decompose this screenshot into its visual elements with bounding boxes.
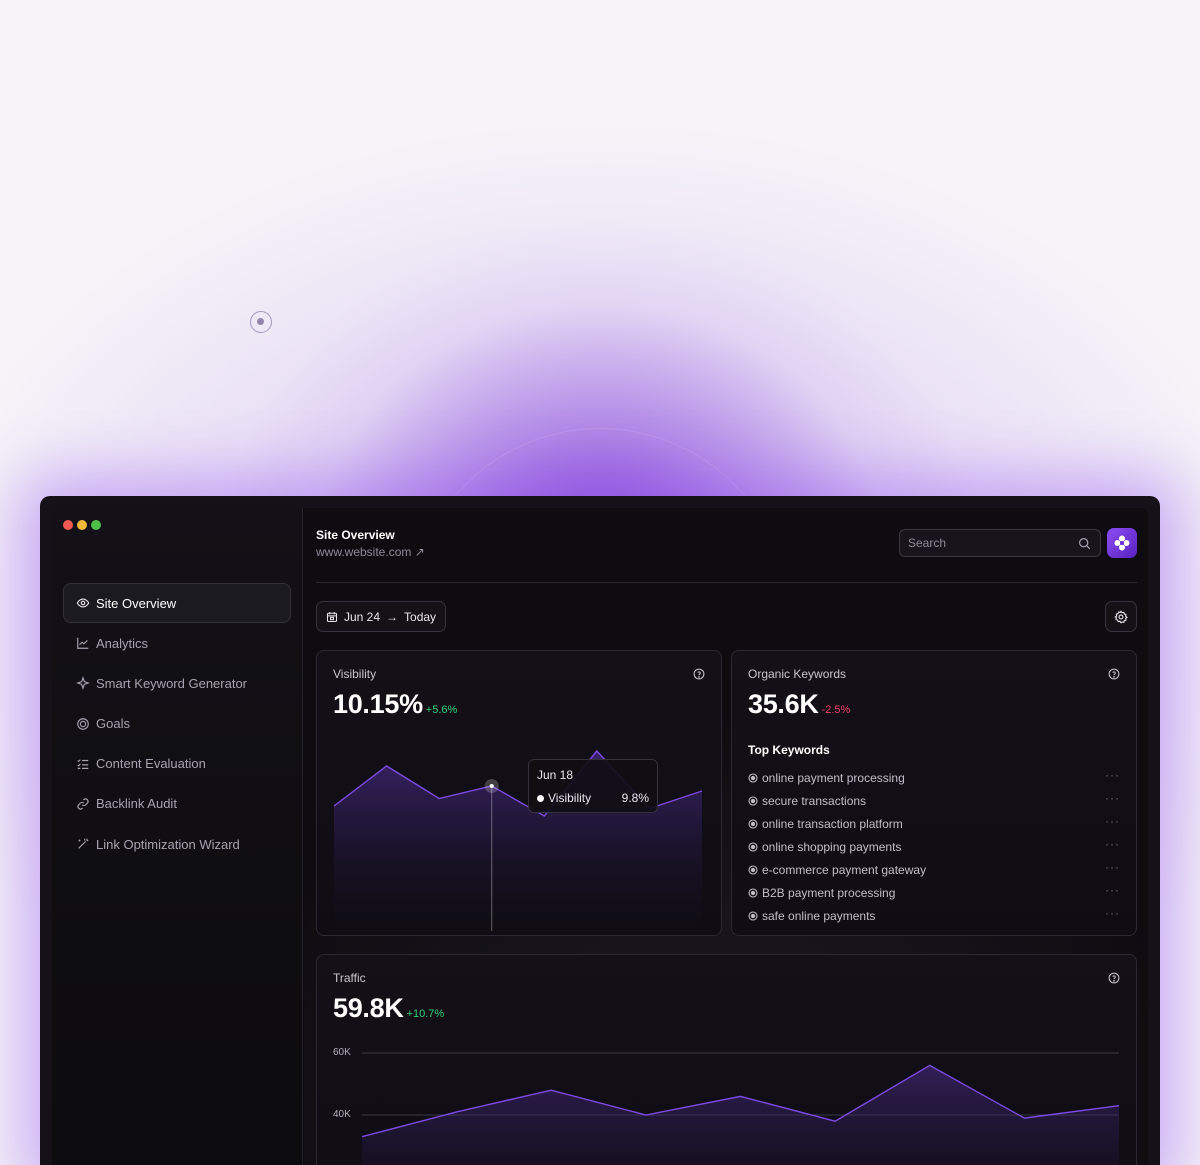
radio-dot-icon (748, 910, 758, 921)
tooltip-series: Visibility (537, 791, 591, 805)
arrow-right-icon: → (386, 609, 399, 624)
site-url-text: www.website.com (316, 545, 412, 559)
sidebar-item-analytics[interactable]: Analytics (63, 623, 291, 663)
sidebar-item-label: Smart Keyword Generator (96, 675, 248, 691)
header-divider (316, 582, 1137, 583)
help-icon[interactable] (1108, 668, 1120, 680)
sidebar-nav: Site Overview Analytics Smart Keyword Ge… (63, 583, 291, 864)
external-link-icon: ↗ (414, 545, 425, 559)
sidebar-item-label: Goals (96, 716, 130, 732)
eye-icon (76, 598, 90, 608)
keyword-text: online payment processing (762, 770, 905, 785)
keyword-text: e-commerce payment gateway (762, 862, 927, 877)
main-content: Site Overview www.website.com ↗ Search J… (304, 508, 1148, 1165)
keyword-row[interactable]: B2B payment processing ··· (748, 881, 1120, 904)
sidebar-item-content-evaluation[interactable]: Content Evaluation (63, 744, 291, 784)
organic-number: 35.6K (748, 689, 819, 719)
keyword-text: online shopping payments (762, 839, 902, 854)
sidebar-item-label: Content Evaluation (96, 756, 206, 772)
hover-point (489, 784, 494, 788)
settings-button[interactable] (1105, 601, 1137, 632)
sidebar-item-backlink-audit[interactable]: Backlink Audit (63, 784, 291, 824)
sparkle-icon (76, 676, 90, 691)
visibility-chart (333, 749, 703, 931)
close-dot[interactable] (63, 520, 73, 530)
traffic-card: Traffic 59.8K +10.7% 60K 40K (316, 954, 1137, 1165)
more-options-icon[interactable]: ··· (1105, 860, 1120, 874)
gear-icon (1114, 609, 1128, 623)
page-title: Site Overview (316, 528, 395, 542)
more-options-icon[interactable]: ··· (1105, 883, 1120, 897)
traffic-chart (361, 1052, 1120, 1165)
checklist-icon (77, 758, 89, 769)
flower-logo-icon (1114, 535, 1130, 551)
search-placeholder: Search (908, 536, 947, 550)
site-url-link[interactable]: www.website.com ↗ (316, 545, 425, 559)
tooltip-value: 9.8% (621, 791, 649, 805)
keyword-text: safe online payments (762, 908, 876, 923)
keyword-row[interactable]: online payment processing ··· (748, 766, 1120, 789)
chart-tooltip: Jun 18 Visibility 9.8% (528, 759, 658, 813)
keyword-text: secure transactions (762, 793, 867, 808)
keyword-row[interactable]: online transaction platform ··· (748, 812, 1120, 835)
sidebar-item-link-optimization-wizard[interactable]: Link Optimization Wizard (63, 824, 291, 864)
sidebar-item-label: Backlink Audit (96, 796, 177, 812)
tooltip-date: Jun 18 (537, 768, 574, 782)
sidebar-item-label: Link Optimization Wizard (96, 836, 240, 852)
keyword-row[interactable]: online shopping payments ··· (748, 835, 1120, 858)
minimize-dot[interactable] (77, 520, 87, 530)
keyword-row[interactable]: e-commerce payment gateway ··· (748, 858, 1120, 881)
app-window: Site Overview Analytics Smart Keyword Ge… (52, 508, 1148, 1165)
more-options-icon[interactable]: ··· (1105, 906, 1120, 920)
app-logo-button[interactable] (1107, 528, 1137, 558)
visibility-card: Visibility 10.15% +5.6% Jun 18 Visibility… (316, 650, 722, 936)
radio-dot-icon (748, 841, 758, 852)
target-icon (77, 717, 89, 730)
keyword-text: online transaction platform (762, 816, 903, 831)
maximize-dot[interactable] (91, 520, 101, 530)
more-options-icon[interactable]: ··· (1105, 791, 1120, 805)
window-controls (63, 520, 101, 530)
keyword-row[interactable]: safe online payments ··· (748, 904, 1120, 927)
cursor-target-icon (250, 311, 272, 333)
more-options-icon[interactable]: ··· (1105, 814, 1120, 828)
sidebar-item-smart-keyword-generator[interactable]: Smart Keyword Generator (63, 663, 291, 703)
more-options-icon[interactable]: ··· (1105, 837, 1120, 851)
more-options-icon[interactable]: ··· (1105, 768, 1120, 782)
calendar-icon (326, 611, 338, 622)
radio-dot-icon (748, 818, 758, 829)
organic-keywords-card: Organic Keywords 35.6K -2.5% Top Keywords… (731, 650, 1137, 936)
keyword-row[interactable]: secure transactions ··· (748, 789, 1120, 812)
series-dot (537, 794, 544, 802)
sidebar-item-site-overview[interactable]: Site Overview (63, 583, 291, 623)
radio-dot-icon (748, 772, 758, 783)
traffic-area (362, 1065, 1119, 1165)
radio-dot-icon (748, 887, 758, 898)
date-range-picker[interactable]: Jun 24 → Today (316, 601, 447, 632)
radio-dot-icon (748, 795, 758, 806)
magic-wand-icon (78, 838, 89, 849)
date-to: Today (404, 609, 437, 624)
organic-value: 35.6K -2.5% (748, 689, 850, 720)
search-input[interactable]: Search (899, 529, 1101, 557)
sidebar-item-goals[interactable]: Goals (63, 704, 291, 744)
organic-label: Organic Keywords (748, 667, 847, 681)
sidebar-item-label: Analytics (96, 635, 149, 651)
keyword-list: online payment processing ··· secure trans… (748, 766, 1120, 927)
tooltip-series-label: Visibility (548, 791, 592, 805)
keyword-text: B2B payment processing (762, 885, 896, 900)
link-icon (77, 798, 89, 810)
search-icon (1079, 538, 1091, 550)
sidebar: Site Overview Analytics Smart Keyword Ge… (52, 508, 303, 1165)
line-chart-icon (77, 637, 89, 650)
radio-dot-icon (748, 864, 758, 875)
sidebar-item-label: Site Overview (96, 595, 177, 611)
top-keywords-title: Top Keywords (748, 743, 830, 757)
organic-change: -2.5% (821, 704, 851, 716)
date-from: Jun 24 (344, 609, 381, 624)
